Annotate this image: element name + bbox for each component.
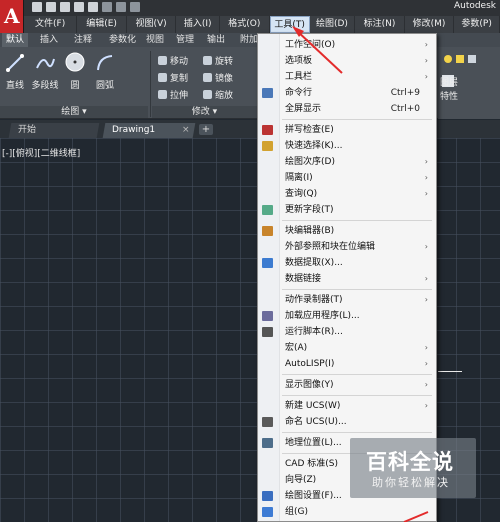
watermark-subtitle: 助你轻松解决 <box>372 476 450 489</box>
annotation-arrow-bottom <box>403 511 429 522</box>
watermark-badge: 百科全说 助你轻松解决 <box>350 438 476 498</box>
annotation-arrow-top <box>295 29 343 74</box>
watermark-title: 百科全说 <box>366 450 454 474</box>
